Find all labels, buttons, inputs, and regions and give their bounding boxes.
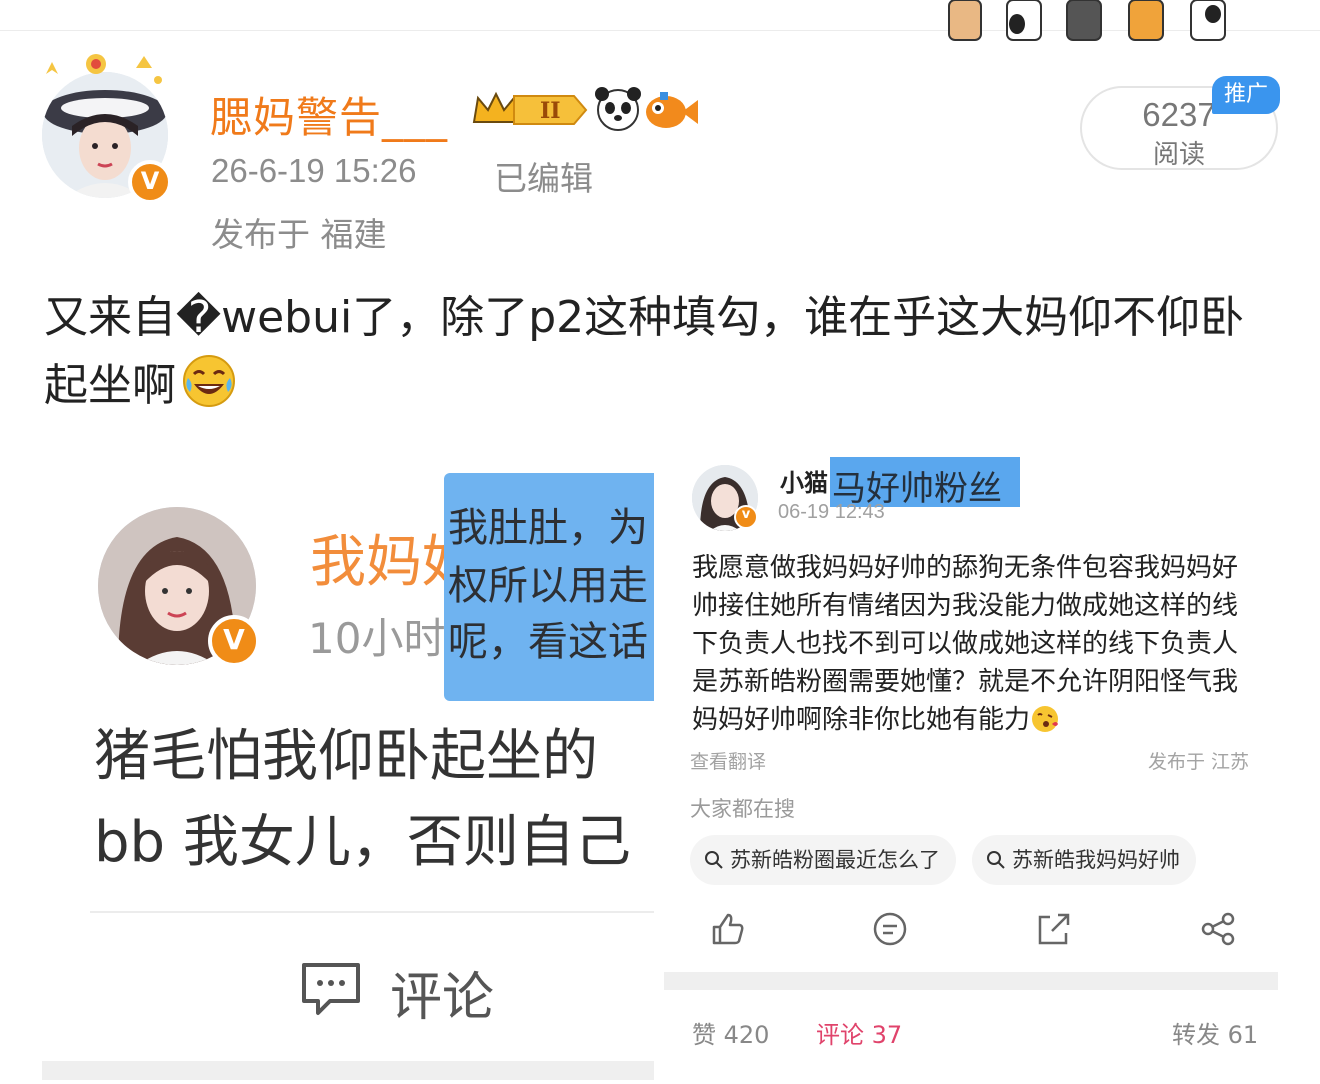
overlay-line: 呢，看这话 — [448, 619, 648, 665]
embedded-separator — [664, 972, 1278, 990]
overlay-line: 权所以用走 — [448, 563, 648, 609]
search-chip-label: 苏新皓我妈妈好帅 — [1012, 848, 1180, 872]
share-icon[interactable] — [1198, 909, 1238, 949]
search-chip[interactable]: 苏新皓粉圈最近怎么了 — [690, 835, 956, 885]
search-chip[interactable]: 苏新皓我妈妈好帅 — [972, 835, 1196, 885]
vip-badge: V — [128, 160, 172, 204]
search-chip-label: 苏新皓粉圈最近怎么了 — [730, 848, 940, 872]
embedded-post-text-content: 我愿意做我妈妈好帅的舔狗无条件包容我妈妈好帅接住她所有情绪因为我没能力做成她这样… — [692, 553, 1239, 735]
embedded-body-line: 猪毛怕我仰卧起坐的 — [94, 724, 598, 789]
embedded-screenshot-right[interactable]: v 小猫 马好帅粉丝 06-19 12:43 我愿意做我妈妈好帅的舔狗无条件包容… — [664, 455, 1284, 1084]
username-highlight: 马好帅粉丝 — [830, 457, 1020, 509]
author-username[interactable]: 腮妈警告___ — [210, 84, 448, 145]
share-out-icon[interactable] — [1034, 909, 1074, 949]
embedded-timestamp: 10小时 — [308, 614, 446, 663]
comment-icon — [302, 963, 360, 1015]
highlight-overlay: 我肚肚，为 权所以用走 呢，看这话 — [444, 473, 654, 701]
comments-count[interactable]: 评论 37 — [816, 1015, 902, 1050]
crown-level-icon: II — [472, 91, 588, 125]
reposts-count[interactable]: 转发 61 — [1172, 1015, 1258, 1050]
post-timestamp: 26-6-19 15:26 — [211, 152, 417, 189]
kiss-emoji-icon — [1032, 706, 1059, 732]
overlay-line: 我肚肚，为 — [448, 505, 648, 551]
promote-tag[interactable]: 推广 — [1212, 76, 1280, 114]
edited-label[interactable]: 已编辑 — [494, 152, 593, 200]
post-text: 又来自�webui了，除了p2这种填勾，谁在乎这大妈仰不仰卧起坐啊 — [44, 284, 1284, 420]
like-icon[interactable] — [708, 909, 748, 949]
avatar-pendant-icon — [46, 54, 162, 84]
embedded-divider — [90, 911, 654, 913]
svg-text:II: II — [540, 98, 561, 124]
laugh-cry-emoji-icon — [183, 355, 235, 407]
comment-icon[interactable] — [870, 909, 910, 949]
search-icon — [987, 851, 1005, 869]
embedded-body-line: bb 我女儿，否则自己 — [94, 810, 631, 875]
read-label: 阅读 — [1152, 140, 1205, 170]
fish-icon — [646, 92, 698, 128]
embedded-username: 小猫 — [780, 469, 828, 497]
post-location: 发布于 福建 — [211, 215, 387, 254]
trending-label: 大家都在搜 — [690, 797, 795, 821]
embedded-post-text: 我愿意做我妈妈好帅的舔狗无条件包容我妈妈好帅接住她所有情绪因为我没能力做成她这样… — [692, 549, 1262, 739]
embedded-vip-badge: V — [208, 615, 260, 667]
cat-paws-decoration — [948, 0, 1226, 41]
embedded-screenshot-left[interactable]: V 我妈好 10小时 我肚肚，为 权所以用走 呢，看这话 猪毛怕我仰卧起坐的 b… — [42, 455, 654, 1080]
search-icon — [705, 851, 723, 869]
embedded-timestamp: 06-19 12:43 — [778, 501, 885, 523]
action-bar — [664, 907, 1284, 951]
embedded-bottom-bar — [42, 1061, 654, 1080]
translate-link[interactable]: 查看翻译 — [690, 747, 766, 774]
user-badges: II — [472, 87, 698, 131]
embedded-location: 发布于 江苏 — [1148, 751, 1250, 773]
panda-icon — [595, 87, 641, 131]
likes-count[interactable]: 赞 420 — [692, 1015, 769, 1050]
embedded-vip-badge: v — [734, 505, 758, 529]
comment-label: 评论 — [390, 968, 495, 1028]
